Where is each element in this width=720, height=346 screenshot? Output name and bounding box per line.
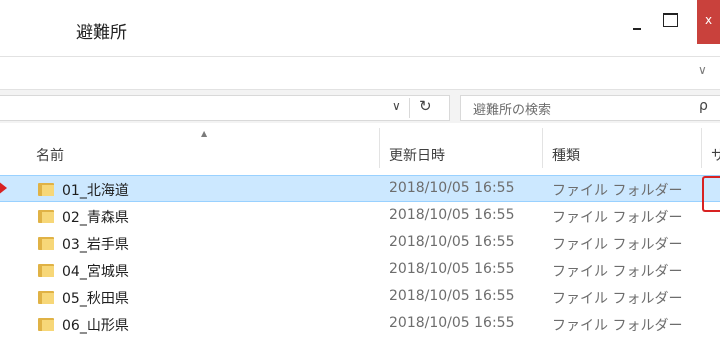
file-row[interactable]: 06_山形県 2018/10/05 16:55 ファイル フォルダー xyxy=(0,311,720,338)
sort-ascending-icon: ▲ xyxy=(201,129,208,138)
file-type: ファイル フォルダー xyxy=(552,210,683,226)
file-name: 03_岩手県 xyxy=(62,237,129,253)
file-date: 2018/10/05 16:55 xyxy=(389,180,515,196)
file-type: ファイル フォルダー xyxy=(552,237,683,253)
minimize-button[interactable] xyxy=(631,18,645,32)
file-date: 2018/10/05 16:55 xyxy=(389,261,515,277)
column-name[interactable]: 名前 xyxy=(36,145,64,165)
window-title: 避難所 xyxy=(76,23,127,43)
column-size[interactable]: サ xyxy=(711,145,720,165)
folder-icon xyxy=(38,182,54,196)
annotation-highlight-box xyxy=(702,176,720,212)
file-date: 2018/10/05 16:55 xyxy=(389,207,515,223)
column-type[interactable]: 種類 xyxy=(552,145,580,165)
ribbon-area: ∨ xyxy=(0,56,720,89)
address-bar[interactable]: ∨ ↻ xyxy=(0,95,450,121)
title-bar: 避難所 x xyxy=(0,0,720,56)
annotation-arrow-icon xyxy=(0,181,7,195)
file-type: ファイル フォルダー xyxy=(552,183,683,199)
search-box[interactable]: 避難所の検索 ρ xyxy=(460,95,720,121)
file-row[interactable]: 04_宮城県 2018/10/05 16:55 ファイル フォルダー xyxy=(0,257,720,284)
refresh-icon[interactable]: ↻ xyxy=(419,97,432,115)
maximize-button[interactable] xyxy=(663,13,678,27)
folder-icon xyxy=(38,290,54,304)
file-row[interactable]: 05_秋田県 2018/10/05 16:55 ファイル フォルダー xyxy=(0,284,720,311)
file-type: ファイル フォルダー xyxy=(552,318,683,334)
folder-icon xyxy=(38,317,54,331)
chevron-down-icon[interactable]: ∨ xyxy=(698,63,707,77)
navigation-toolbar: ∨ ↻ 避難所の検索 ρ xyxy=(0,89,720,124)
file-name: 06_山形県 xyxy=(62,318,129,334)
file-row[interactable]: 03_岩手県 2018/10/05 16:55 ファイル フォルダー xyxy=(0,230,720,257)
column-divider[interactable] xyxy=(542,128,543,168)
file-name: 04_宮城県 xyxy=(62,264,129,280)
address-separator xyxy=(409,98,410,118)
column-date-modified[interactable]: 更新日時 xyxy=(389,145,445,165)
search-icon[interactable]: ρ xyxy=(699,98,708,114)
file-name: 02_青森県 xyxy=(62,210,129,226)
column-divider[interactable] xyxy=(379,128,380,168)
file-row[interactable]: 02_青森県 2018/10/05 16:55 ファイル フォルダー xyxy=(0,203,720,230)
file-date: 2018/10/05 16:55 xyxy=(389,315,515,331)
file-type: ファイル フォルダー xyxy=(552,291,683,307)
file-type: ファイル フォルダー xyxy=(552,264,683,280)
search-input[interactable]: 避難所の検索 xyxy=(473,99,551,118)
file-row[interactable]: 01_北海道 2018/10/05 16:55 ファイル フォルダー xyxy=(0,175,720,202)
column-divider[interactable] xyxy=(701,128,702,168)
file-date: 2018/10/05 16:55 xyxy=(389,288,515,304)
folder-icon xyxy=(38,263,54,277)
column-header: ▲ 名前 更新日時 種類 サ xyxy=(0,123,720,173)
address-dropdown-icon[interactable]: ∨ xyxy=(392,99,401,113)
file-name: 05_秋田県 xyxy=(62,291,129,307)
file-name: 01_北海道 xyxy=(62,183,129,199)
folder-icon xyxy=(38,236,54,250)
close-button[interactable]: x xyxy=(697,0,720,44)
folder-icon xyxy=(38,209,54,223)
file-date: 2018/10/05 16:55 xyxy=(389,234,515,250)
